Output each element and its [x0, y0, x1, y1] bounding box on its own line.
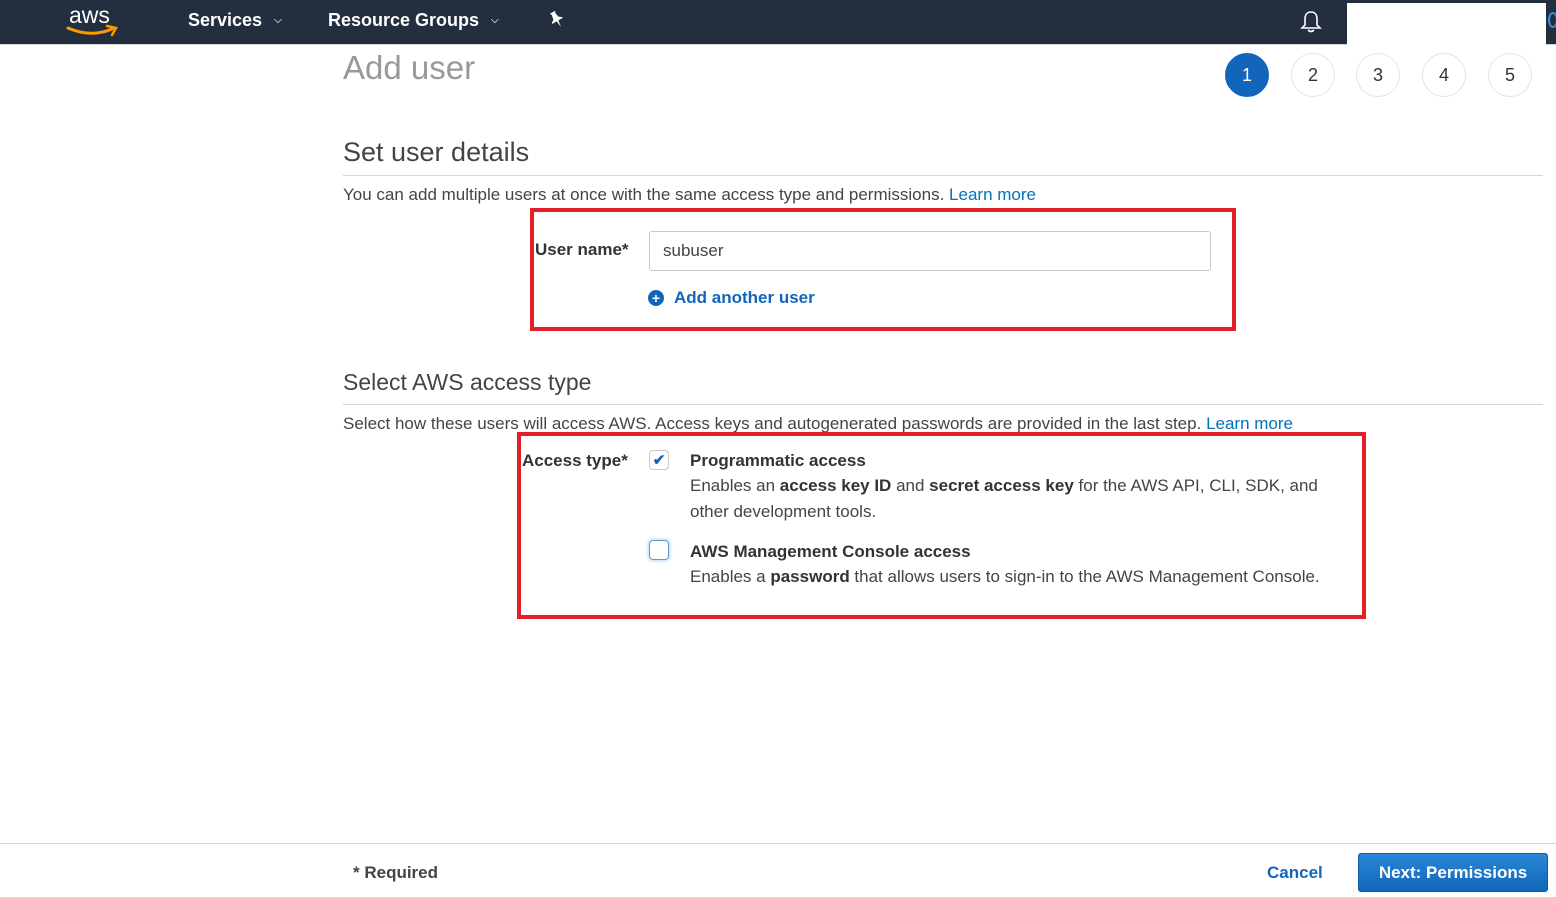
username-label: User name*	[535, 240, 629, 259]
console-access-checkbox[interactable]	[649, 540, 669, 560]
desc-bold: secret access key	[929, 476, 1074, 495]
step-1[interactable]: 1	[1225, 53, 1269, 97]
console-access-title: AWS Management Console access	[690, 542, 971, 561]
page-title: Add user	[343, 49, 476, 86]
step-4[interactable]: 4	[1422, 53, 1466, 97]
add-another-user-link[interactable]: + Add another user	[648, 288, 815, 308]
wizard-footer: * Required Cancel Next: Permissions	[0, 843, 1556, 897]
divider	[343, 175, 1543, 176]
required-note: * Required	[353, 863, 439, 882]
resource-groups-label: Resource Groups	[328, 10, 480, 30]
programmatic-access-title: Programmatic access	[690, 451, 866, 470]
highlight-box	[517, 432, 1366, 619]
access-type-description-text: Select how these users will access AWS. …	[343, 414, 1202, 433]
desc-text: that allows users to sign-in to the AWS …	[849, 567, 1320, 586]
console-access-description: Enables a password that allows users to …	[690, 564, 1350, 590]
aws-smile-icon	[66, 24, 118, 37]
divider	[343, 404, 1543, 405]
pushpin-icon[interactable]	[548, 10, 566, 35]
services-menu[interactable]: Services ⌵	[188, 10, 282, 31]
chevron-down-icon: ⌵	[491, 15, 499, 26]
step-3[interactable]: 3	[1356, 53, 1400, 97]
aws-logo[interactable]: aws	[66, 2, 122, 40]
resource-groups-menu[interactable]: Resource Groups ⌵	[328, 10, 499, 31]
cancel-button[interactable]: Cancel	[1267, 863, 1323, 883]
desc-text: Enables an	[690, 476, 780, 495]
programmatic-access-description: Enables an access key ID and secret acce…	[690, 473, 1350, 525]
desc-bold: password	[770, 567, 850, 586]
learn-more-link[interactable]: Learn more	[1206, 414, 1293, 433]
step-5[interactable]: 5	[1488, 53, 1532, 97]
checkmark-icon: ✔	[652, 452, 666, 469]
services-label: Services	[188, 10, 263, 30]
access-type-heading: Select AWS access type	[343, 369, 592, 395]
desc-text: Enables a	[690, 567, 771, 586]
desc-bold: access key ID	[779, 476, 892, 495]
next-permissions-button[interactable]: Next: Permissions	[1358, 853, 1548, 892]
add-another-user-label: Add another user	[674, 288, 815, 307]
user-details-description: You can add multiple users at once with …	[343, 185, 1036, 205]
account-menu[interactable]	[1347, 3, 1546, 45]
step-2[interactable]: 2	[1291, 53, 1335, 97]
set-user-details-heading: Set user details	[343, 137, 530, 167]
access-type-description: Select how these users will access AWS. …	[343, 414, 1293, 434]
user-details-description-text: You can add multiple users at once with …	[343, 185, 945, 204]
programmatic-access-checkbox[interactable]: ✔	[649, 450, 669, 470]
help-icon[interactable]	[1548, 12, 1556, 28]
access-type-label: Access type*	[522, 451, 628, 470]
chevron-down-icon: ⌵	[274, 15, 282, 26]
username-input[interactable]	[649, 231, 1211, 271]
bell-icon[interactable]	[1300, 10, 1322, 39]
desc-text: and	[891, 476, 930, 495]
plus-circle-icon: +	[648, 290, 664, 306]
learn-more-link[interactable]: Learn more	[949, 185, 1036, 204]
top-navigation-bar: aws Services ⌵ Resource Groups ⌵	[0, 0, 1556, 45]
